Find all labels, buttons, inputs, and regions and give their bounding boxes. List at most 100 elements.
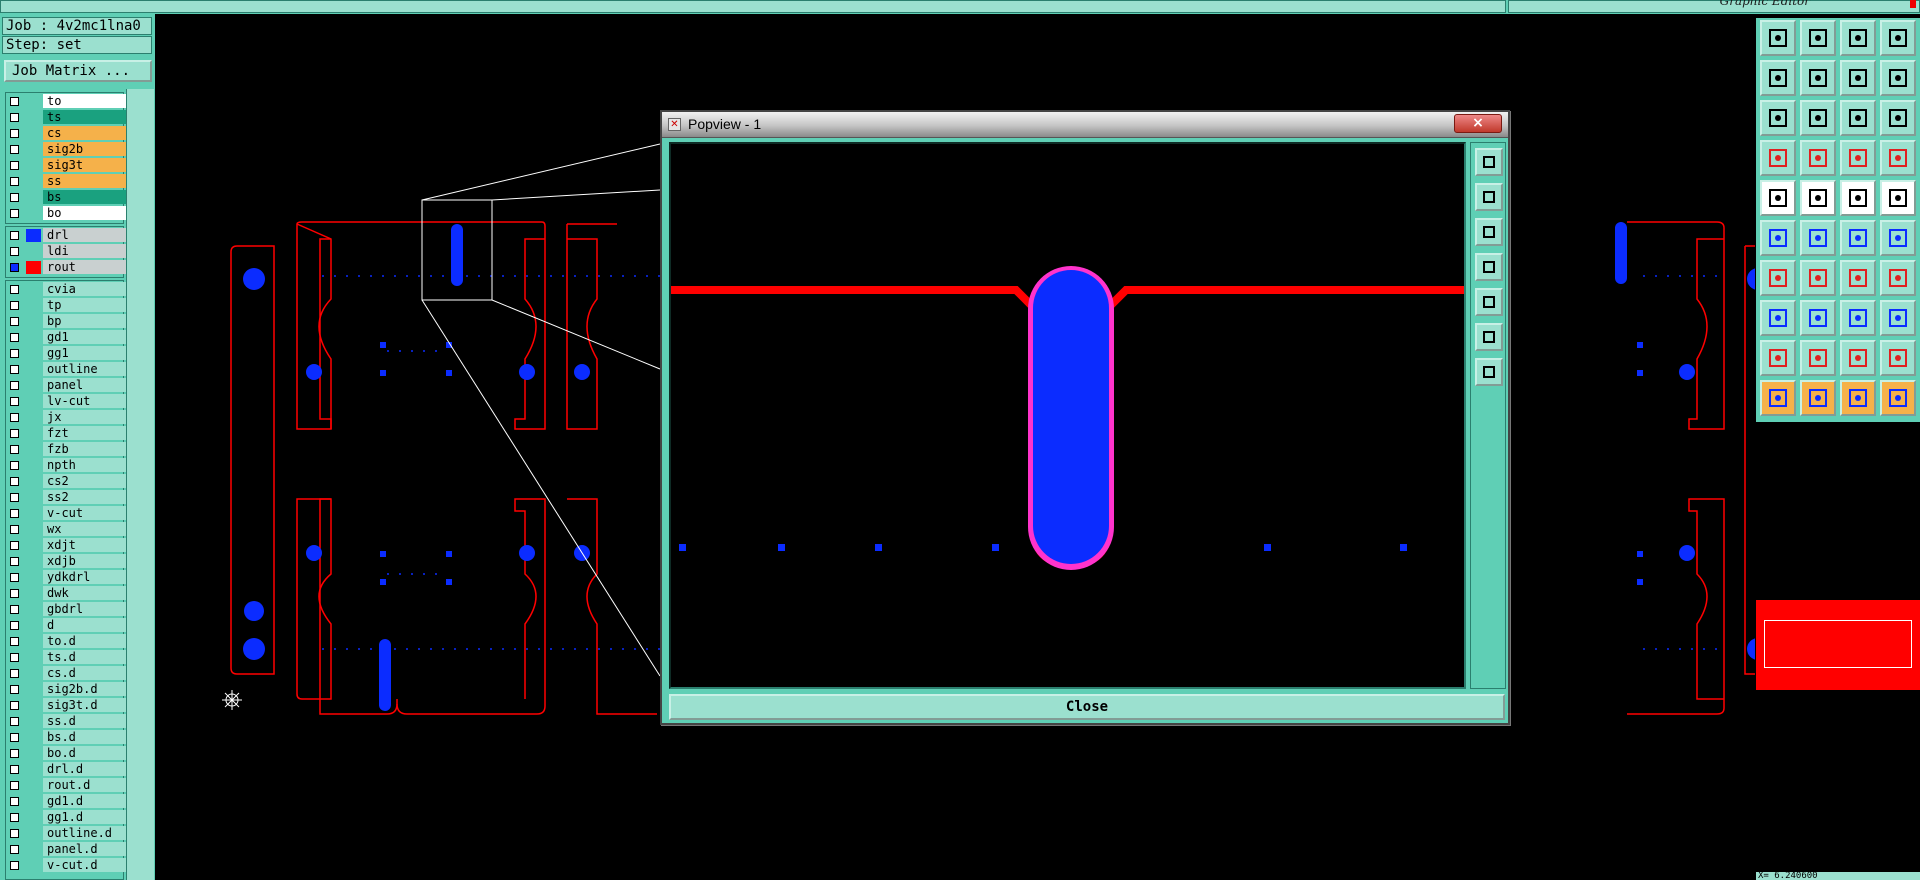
layer-row[interactable]: d: [6, 617, 128, 633]
layer-color-swatch[interactable]: [26, 245, 41, 258]
layer-name[interactable]: xdjb: [43, 554, 128, 568]
layer-name[interactable]: fzt: [43, 426, 128, 440]
layer-checkbox[interactable]: [10, 301, 19, 310]
layer-row[interactable]: bp: [6, 313, 128, 329]
layer-color-swatch[interactable]: [26, 747, 41, 760]
popview-pan-up-icon[interactable]: [1475, 183, 1503, 211]
tool-mirror-icon[interactable]: [1840, 60, 1876, 96]
layer-color-swatch[interactable]: [26, 283, 41, 296]
layer-checkbox[interactable]: [10, 541, 19, 550]
zoomed-slot-drawing[interactable]: [671, 144, 1464, 687]
layer-row[interactable]: lv-cut: [6, 393, 128, 409]
layer-name[interactable]: gg1: [43, 346, 128, 360]
tool-zoom-fit-icon[interactable]: [1760, 100, 1796, 136]
layer-checkbox[interactable]: [10, 557, 19, 566]
layer-name[interactable]: dwk: [43, 586, 128, 600]
layer-checkbox[interactable]: [10, 397, 19, 406]
tool-triangle-icon[interactable]: [1760, 340, 1796, 376]
layer-name[interactable]: rout: [43, 260, 128, 274]
layer-checkbox[interactable]: [10, 749, 19, 758]
layer-checkbox[interactable]: [10, 653, 19, 662]
layer-color-swatch[interactable]: [26, 315, 41, 328]
layer-color-swatch[interactable]: [26, 411, 41, 424]
layer-color-swatch[interactable]: [26, 261, 41, 274]
layer-checkbox[interactable]: [10, 349, 19, 358]
tool-snap-icon[interactable]: [1880, 220, 1916, 256]
layer-checkbox[interactable]: [10, 717, 19, 726]
layer-checkbox[interactable]: [10, 209, 19, 218]
layer-color-swatch[interactable]: [26, 491, 41, 504]
layer-row[interactable]: outline.d: [6, 825, 128, 841]
tool-trapezoid-blue-icon[interactable]: [1880, 340, 1916, 376]
layer-row[interactable]: wx: [6, 521, 128, 537]
layer-checkbox[interactable]: [10, 461, 19, 470]
layer-row[interactable]: sig2b.d: [6, 681, 128, 697]
layer-color-swatch[interactable]: [26, 159, 41, 172]
tool-select-icon[interactable]: [1760, 380, 1796, 416]
layer-row[interactable]: ss2: [6, 489, 128, 505]
tool-net-icon[interactable]: [1840, 140, 1876, 176]
layer-checkbox[interactable]: [10, 97, 19, 106]
layer-color-swatch[interactable]: [26, 539, 41, 552]
layer-row[interactable]: cs2: [6, 473, 128, 489]
layer-checkbox[interactable]: [10, 129, 19, 138]
layer-name[interactable]: outline.d: [43, 826, 128, 840]
tool-arc-icon[interactable]: [1840, 260, 1876, 296]
layer-row[interactable]: jx: [6, 409, 128, 425]
layer-row[interactable]: cvia: [6, 281, 128, 297]
layer-row[interactable]: gg1: [6, 345, 128, 361]
tool-next-icon[interactable]: [1800, 60, 1836, 96]
layer-row[interactable]: to: [6, 93, 128, 109]
layer-name[interactable]: fzb: [43, 442, 128, 456]
layer-checkbox[interactable]: [10, 733, 19, 742]
layer-checkbox[interactable]: [10, 509, 19, 518]
layer-checkbox[interactable]: [10, 813, 19, 822]
tool-zoom-center-icon[interactable]: [1800, 100, 1836, 136]
layer-row[interactable]: sig2b: [6, 141, 128, 157]
layer-checkbox[interactable]: [10, 247, 19, 256]
layer-name[interactable]: sig2b: [43, 142, 128, 156]
layer-color-swatch[interactable]: [26, 427, 41, 440]
tool-net-highlight-icon[interactable]: [1880, 140, 1916, 176]
popview-pan-down-icon[interactable]: [1475, 218, 1503, 246]
layer-row[interactable]: ts.d: [6, 649, 128, 665]
window-close-marker[interactable]: [1910, 0, 1916, 8]
layer-checkbox[interactable]: [10, 445, 19, 454]
layer-row[interactable]: bo.d: [6, 745, 128, 761]
layer-color-swatch[interactable]: [26, 507, 41, 520]
layer-name[interactable]: cvia: [43, 282, 128, 296]
layer-color-swatch[interactable]: [26, 683, 41, 696]
layer-row[interactable]: ≡rout: [6, 259, 128, 275]
layer-checkbox[interactable]: [10, 231, 19, 240]
layer-name[interactable]: panel.d: [43, 842, 128, 856]
tool-measure-icon[interactable]: [1760, 140, 1796, 176]
layer-row[interactable]: rout.d: [6, 777, 128, 793]
layer-color-swatch[interactable]: [26, 459, 41, 472]
layer-row[interactable]: ts: [6, 109, 128, 125]
layer-color-swatch[interactable]: [26, 111, 41, 124]
tool-connect-icon[interactable]: [1760, 220, 1796, 256]
tool-pad-icon[interactable]: [1760, 180, 1796, 216]
popview-zoom-out-icon[interactable]: [1475, 358, 1503, 386]
layer-name[interactable]: drl: [43, 228, 128, 242]
layer-color-swatch[interactable]: [26, 299, 41, 312]
layer-name[interactable]: drl.d: [43, 762, 128, 776]
tool-snake-icon[interactable]: [1880, 60, 1916, 96]
layer-color-swatch[interactable]: [26, 779, 41, 792]
layer-checkbox[interactable]: [10, 333, 19, 342]
layer-name[interactable]: sig3t: [43, 158, 128, 172]
layer-name[interactable]: wx: [43, 522, 128, 536]
layer-color-swatch[interactable]: [26, 347, 41, 360]
layer-name[interactable]: ss: [43, 174, 128, 188]
tool-help-icon[interactable]: [1880, 100, 1916, 136]
layer-panel-scrollbar[interactable]: [126, 89, 154, 880]
layer-row[interactable]: ldi: [6, 243, 128, 259]
layer-checkbox[interactable]: [10, 669, 19, 678]
job-matrix-button[interactable]: Job Matrix ...: [4, 60, 152, 82]
tool-dimension-icon[interactable]: [1840, 300, 1876, 336]
layer-name[interactable]: outline: [43, 362, 128, 376]
layer-color-swatch[interactable]: [26, 443, 41, 456]
popview-pan-left-icon[interactable]: [1475, 253, 1503, 281]
layer-name[interactable]: ts.d: [43, 650, 128, 664]
layer-row[interactable]: cs.d: [6, 665, 128, 681]
